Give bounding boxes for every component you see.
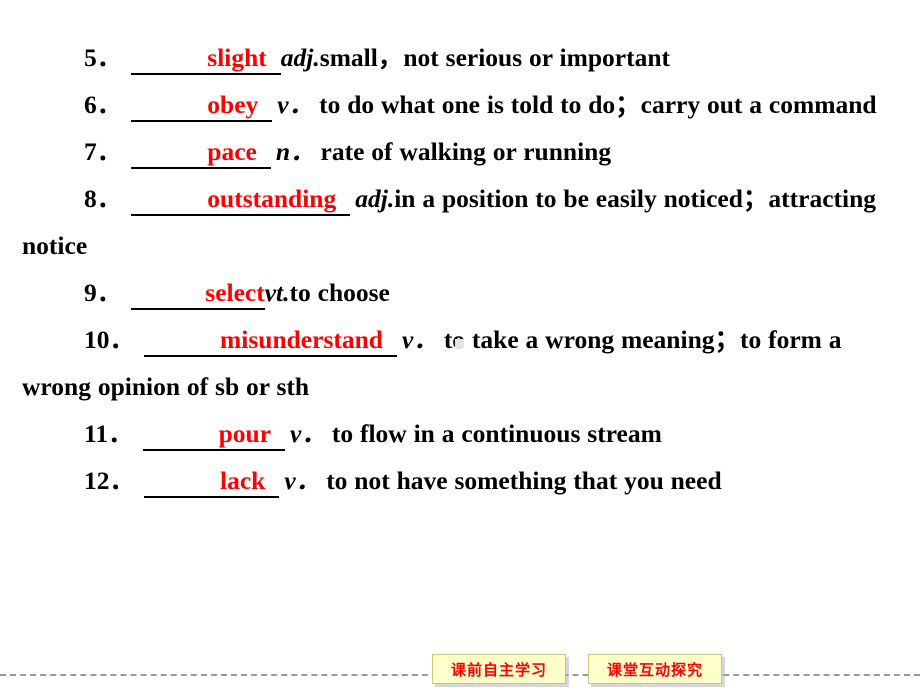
vocab-definition: rate of walking or running [320, 137, 612, 166]
vocab-definition: to flow in a continuous stream [331, 419, 662, 448]
vocab-entry-12: 12． lack v． to not have something that you … [22, 457, 898, 504]
nav-chip-label: 课堂互动探究 [606, 660, 703, 679]
vocab-entry-9: 9． selectvt.to choose [22, 269, 898, 316]
vocab-part-of-speech: v． [277, 90, 315, 119]
vocab-entry-7: 7． pace n． rate of walking or running [22, 128, 898, 175]
nav-chip-in-class-inquiry[interactable]: 课堂互动探究 [588, 654, 722, 684]
slide-canvas: 5． slight adj.small，not serious or importa… [0, 0, 920, 690]
vocab-number: 10． [84, 325, 136, 354]
vocab-number: 7． [84, 137, 123, 166]
vocab-part-of-speech: v． [284, 466, 322, 495]
vocab-part-of-speech: adj. [355, 184, 395, 213]
vocab-entry-5: 5． slight adj.small，not serious or importa… [22, 34, 898, 81]
vocab-number: 12． [84, 466, 136, 495]
vocab-part-of-speech: vt. [264, 278, 290, 307]
vocab-number: 11． [84, 419, 134, 448]
vocab-definition: to do what one is told to do；carry out a… [319, 90, 877, 119]
vocab-answer-blank[interactable]: select [131, 279, 265, 310]
vocab-answer-blank[interactable]: pace [131, 138, 271, 169]
vocab-definition: small，not serious or important [319, 43, 670, 72]
vocab-number: 5． [84, 43, 123, 72]
vocab-answer-blank[interactable]: pour [142, 420, 286, 451]
vocab-part-of-speech: n． [275, 137, 316, 166]
vocab-answer-blank[interactable]: misunderstand [144, 326, 397, 357]
nav-chip-label: 课前自主学习 [450, 660, 547, 679]
vocabulary-list: 5． slight adj.small，not serious or importa… [22, 34, 898, 504]
vocab-number: 8． [84, 184, 123, 213]
nav-chip-pre-class-study[interactable]: 课前自主学习 [432, 654, 566, 684]
vocab-entry-10: 10． misunderstand v． to take a wrong meanin… [22, 316, 898, 410]
vocab-number: 9． [84, 278, 123, 307]
vocab-entry-6: 6． obey v． to do what one is told to do；car… [22, 81, 898, 128]
vocab-entry-8: 8． outstanding adj.in a position to be eas… [22, 175, 898, 269]
vocab-part-of-speech: adj. [280, 43, 320, 72]
vocab-number: 6． [84, 90, 123, 119]
vocab-answer-blank[interactable]: lack [144, 467, 280, 498]
vocab-entry-11: 11． pour v． to flow in a continuous stream [22, 410, 898, 457]
vocab-part-of-speech: v． [290, 419, 327, 448]
vocab-answer-blank[interactable]: outstanding [131, 185, 351, 216]
vocab-definition: to choose [289, 278, 390, 307]
vocab-part-of-speech: v． [401, 325, 439, 354]
vocab-answer-blank[interactable]: obey [131, 91, 273, 122]
vocab-answer-blank[interactable]: slight [131, 44, 281, 75]
vocab-definition: to not have something that you need [326, 466, 722, 495]
stray-gray-square-artifact [455, 339, 464, 348]
